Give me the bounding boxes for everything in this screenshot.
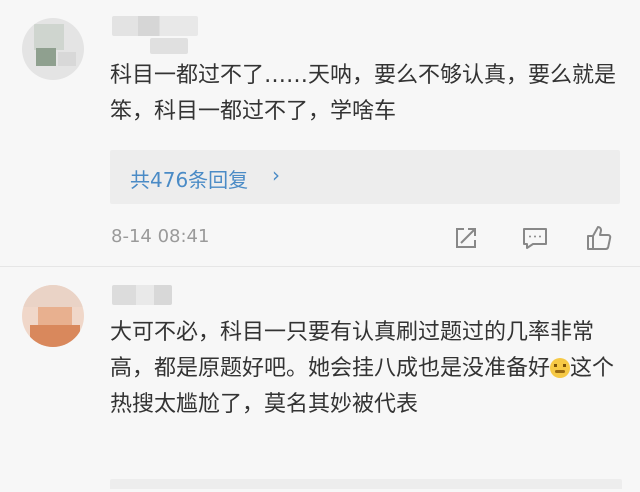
comment-item: 科目一都过不了……天呐，要么不够认真，要么就是笨，科目一都过不了，学啥车 共47… xyxy=(0,0,640,266)
avatar[interactable] xyxy=(22,285,84,347)
replies-box-edge xyxy=(110,479,622,489)
comment-text: 科目一都过不了……天呐，要么不够认真，要么就是笨，科目一都过不了，学啥车 xyxy=(110,63,617,124)
username-blurred xyxy=(150,38,188,54)
comment-timestamp: 8-14 08:41 xyxy=(111,226,210,247)
sweat-emoji-icon xyxy=(550,358,571,378)
username-blurred[interactable] xyxy=(112,285,172,305)
avatar[interactable] xyxy=(22,18,84,80)
chevron-right-icon: › xyxy=(272,163,280,187)
comment-text-part: 大可不必，科目一只要有认真刷过题过的几率非常高，都是原题好吧。她会挂八成也是没准… xyxy=(110,320,595,381)
share-icon[interactable] xyxy=(452,224,480,252)
like-icon[interactable] xyxy=(585,224,613,252)
replies-count-label: 共476条回复 xyxy=(130,168,249,192)
view-replies-button[interactable]: 共476条回复 › xyxy=(110,150,620,204)
comment-item: 大可不必，科目一只要有认真刷过题过的几率非常高，都是原题好吧。她会挂八成也是没准… xyxy=(0,266,640,492)
comment-text: 大可不必，科目一只要有认真刷过题过的几率非常高，都是原题好吧。她会挂八成也是没准… xyxy=(110,315,622,423)
username-blurred[interactable] xyxy=(112,16,198,36)
comment-icon[interactable] xyxy=(521,224,549,252)
